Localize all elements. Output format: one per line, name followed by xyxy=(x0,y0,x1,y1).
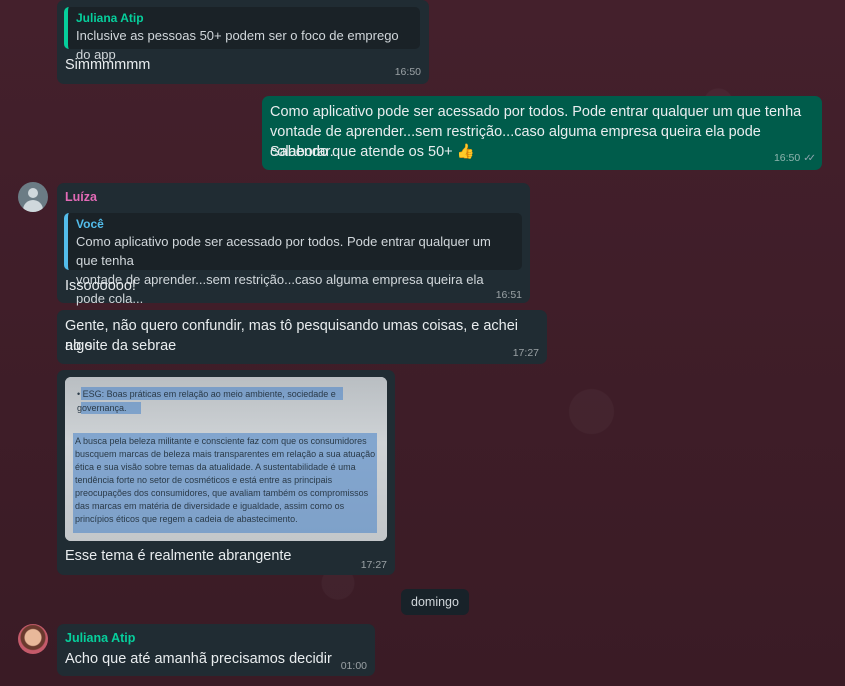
message-text-line: Sabendo que atende os 50+ 👍 xyxy=(270,144,475,160)
message-text: Simmmmmm xyxy=(65,57,151,73)
image-text-line: buscquem marcas de beleza mais transpare… xyxy=(75,449,376,459)
message-bubble[interactable]: Luíza Você Como aplicativo pode ser aces… xyxy=(57,183,530,306)
quoted-message[interactable]: Você Como aplicativo pode ser acessado p… xyxy=(64,213,522,306)
quoted-text-line: Como aplicativo pode ser acessado por to… xyxy=(76,234,491,268)
message-bubble[interactable]: Gente, não quero confundir, mas tô pesqu… xyxy=(57,310,547,364)
sender-name[interactable]: Luíza xyxy=(65,190,97,204)
image-message-bubble[interactable]: • ESG: Boas práticas em relação ao meio … xyxy=(57,370,395,575)
message-time: 16:50 xyxy=(394,66,421,78)
message-text-line: Como aplicativo pode ser acessado por to… xyxy=(270,104,802,120)
image-text-line: • ESG: Boas práticas em relação ao meio … xyxy=(77,389,336,399)
message-time: 16:50 ✓✓ xyxy=(773,152,816,164)
message-time-value: 16:50 xyxy=(773,152,801,164)
double-check-icon: ✓✓ xyxy=(803,153,816,164)
message-text-line: no site da sebrae xyxy=(65,338,177,354)
image-text-line: das marcas em matéria de diversidade e i… xyxy=(75,501,345,511)
message-bubble[interactable]: Juliana Atip Acho que até amanhã precisa… xyxy=(57,624,375,676)
image-text-line: preocupações dos consumidores, que avali… xyxy=(75,488,369,498)
message-time: 17:27 xyxy=(512,347,539,359)
quoted-sender: Você xyxy=(76,217,104,231)
message-time: 01:00 xyxy=(340,660,367,672)
date-separator: domingo xyxy=(401,589,469,615)
attached-image[interactable]: • ESG: Boas práticas em relação ao meio … xyxy=(65,377,387,541)
message-text: Issoooooo! xyxy=(65,278,136,294)
image-text-line: tendência forte no setor de cosméticos e… xyxy=(75,475,333,485)
image-text-line: governança. xyxy=(77,403,127,413)
quoted-text-line: vontade de aprender...sem restrição...ca… xyxy=(76,272,484,306)
quoted-message[interactable]: Juliana Atip Inclusive as pessoas 50+ po… xyxy=(64,7,420,62)
avatar[interactable] xyxy=(18,624,48,654)
message-bubble[interactable]: Juliana Atip Inclusive as pessoas 50+ po… xyxy=(57,0,429,84)
sender-name[interactable]: Juliana Atip xyxy=(65,631,135,645)
message-text: Acho que até amanhã precisamos decidir xyxy=(65,651,332,667)
quoted-sender: Juliana Atip xyxy=(76,11,144,25)
image-text-line: ética e sua visão sobre temas da atualid… xyxy=(75,462,356,472)
message-bubble-outgoing[interactable]: Como aplicativo pode ser acessado por to… xyxy=(262,96,822,170)
message-time: 17:27 xyxy=(360,559,387,571)
image-caption: Esse tema é realmente abrangente xyxy=(65,548,292,564)
image-text-line: princípios éticos que regem a cadeia de … xyxy=(75,514,298,524)
message-time: 16:51 xyxy=(495,289,522,301)
default-avatar-icon[interactable] xyxy=(18,182,48,212)
image-text-line: A busca pela beleza militante e conscien… xyxy=(75,436,367,446)
